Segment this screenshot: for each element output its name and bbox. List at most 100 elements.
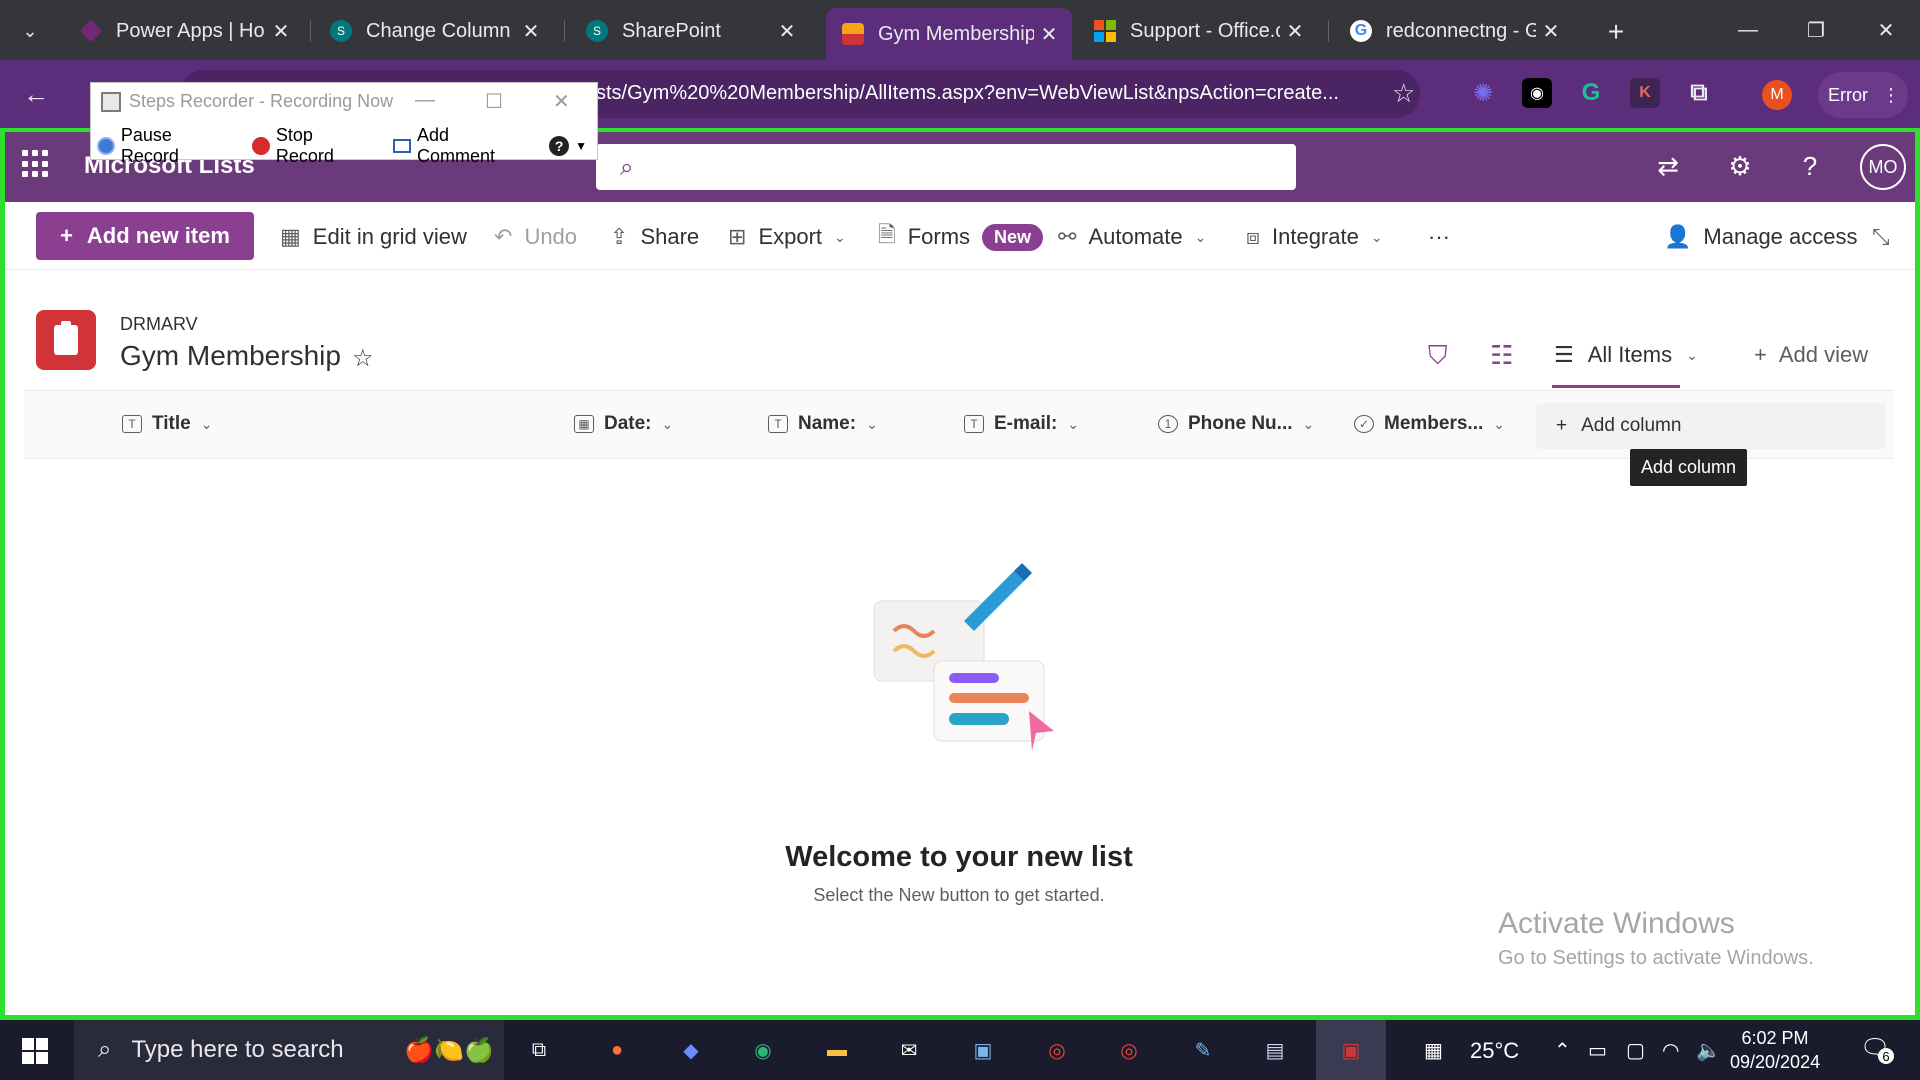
volume-icon[interactable]: 🔈	[1696, 1038, 1721, 1063]
export-button[interactable]: ⊞ Export ⌄	[728, 224, 846, 250]
tab-separator	[1328, 20, 1329, 42]
user-avatar[interactable]: MO	[1860, 144, 1906, 190]
profile-avatar[interactable]: M	[1762, 80, 1792, 110]
url-text[interactable]: sts/Gym%20%20Membership/AllItems.aspx?en…	[596, 82, 1339, 105]
help-icon[interactable]: ?	[1794, 150, 1826, 182]
browser-tab-google[interactable]: G redconnectng - Go ✕	[1334, 8, 1574, 54]
system-clock[interactable]: 6:02 PM 09/20/2024	[1730, 1026, 1820, 1074]
undo-button[interactable]: ↶ Undo	[494, 224, 577, 250]
view-switcher-all-items[interactable]: ☰ All Items ⌄	[1532, 322, 1700, 388]
notification-center-icon[interactable]: 🗨 6	[1860, 1034, 1894, 1064]
manage-access-button[interactable]: 👤 Manage access	[1664, 224, 1858, 250]
share-button[interactable]: ⇪ Share	[610, 224, 699, 250]
site-name[interactable]: DRMARV	[120, 314, 198, 335]
column-header-email[interactable]: T E-mail: ⌄	[964, 413, 1079, 435]
weather-icon[interactable]: ▦	[1424, 1038, 1443, 1063]
add-column-button[interactable]: + Add column	[1536, 403, 1886, 449]
column-header-phone[interactable]: 1 Phone Nu... ⌄	[1158, 413, 1314, 435]
browser-tab-support-office[interactable]: Support - Office.co ✕	[1078, 8, 1318, 54]
extension-dark-icon[interactable]: ◉	[1522, 78, 1552, 108]
bookmark-star-icon[interactable]: ☆	[1392, 78, 1415, 109]
forms-button[interactable]: 🗎 Forms New	[878, 218, 1044, 256]
battery-icon[interactable]: ▭	[1588, 1038, 1607, 1063]
integrate-icon: ⧈	[1246, 224, 1260, 249]
group-by-icon[interactable]: ☷	[1490, 340, 1513, 371]
chevron-up-icon[interactable]: ⌃	[1554, 1038, 1571, 1063]
browser-tab-gym-membership[interactable]: Gym Membership ✕	[826, 8, 1072, 60]
notepad-icon[interactable]: ✎	[1184, 1032, 1222, 1068]
close-icon[interactable]: ✕	[1034, 19, 1064, 49]
extension-puzzle-snowflake-icon[interactable]: ✺	[1468, 78, 1498, 108]
column-header-title[interactable]: T Title ⌄	[122, 413, 212, 435]
close-icon[interactable]: ✕	[1536, 16, 1566, 46]
help-button[interactable]: ? ▼	[549, 136, 587, 156]
error-button[interactable]: Error ⋮	[1818, 72, 1908, 118]
mail-icon[interactable]: ✉	[890, 1032, 928, 1068]
add-new-item-button[interactable]: + Add new item	[36, 212, 254, 260]
back-arrow-icon[interactable]: ←	[16, 74, 56, 114]
close-icon[interactable]: ✕	[1280, 16, 1310, 46]
meet-now-icon[interactable]: ▢	[1626, 1038, 1645, 1063]
automate-button[interactable]: ⚯ Automate ⌄	[1058, 224, 1206, 250]
chrome-profile-icon[interactable]: ◎	[1110, 1032, 1148, 1068]
pause-record-button[interactable]: Pause Record	[97, 125, 234, 167]
restore-icon[interactable]: ❐	[1786, 10, 1846, 50]
search-input[interactable]: ⌕	[596, 144, 1296, 190]
minimize-icon[interactable]: —	[1718, 10, 1778, 50]
favorite-star-icon[interactable]: ☆	[352, 344, 374, 373]
add-comment-button[interactable]: Add Comment	[393, 125, 531, 167]
document-viewer-icon[interactable]: ▤	[1256, 1032, 1294, 1068]
edit-grid-view-button[interactable]: ▦ Edit in grid view	[280, 224, 467, 250]
temperature[interactable]: 25°C	[1470, 1038, 1519, 1064]
text-column-icon: T	[122, 415, 142, 433]
remote-desktop-icon[interactable]: ▣	[964, 1032, 1002, 1068]
share-feedback-icon[interactable]: ⇄	[1652, 150, 1684, 182]
file-explorer-icon[interactable]: ▬	[818, 1032, 856, 1068]
task-view-icon[interactable]: ⧉	[520, 1032, 558, 1068]
filter-icon[interactable]: ⛉	[1428, 340, 1448, 372]
list-title: Gym Membership	[120, 340, 341, 371]
steps-recorder-taskbar-icon[interactable]: ▣	[1316, 1020, 1386, 1080]
column-header-membership[interactable]: ✓ Members... ⌄	[1354, 413, 1505, 435]
edge-icon[interactable]: ◉	[744, 1032, 782, 1068]
copilot-icon[interactable]: ◆	[672, 1032, 710, 1068]
close-icon[interactable]: ✕	[266, 16, 296, 46]
extension-k-icon[interactable]: K	[1630, 78, 1660, 108]
app-launcher-icon[interactable]	[22, 150, 50, 178]
automate-icon: ⚯	[1058, 224, 1077, 249]
person-icon: 👤	[1664, 224, 1692, 249]
new-tab-button[interactable]: +	[1598, 14, 1634, 50]
firefox-icon[interactable]: ●	[598, 1032, 636, 1068]
stop-record-button[interactable]: Stop Record	[252, 125, 375, 167]
integrate-button[interactable]: ⧈ Integrate ⌄	[1246, 224, 1383, 250]
maximize-icon[interactable]: ☐	[485, 89, 503, 114]
close-icon[interactable]: ✕	[553, 89, 570, 114]
wifi-icon[interactable]: ◠	[1662, 1038, 1679, 1063]
excel-icon: ⊞	[728, 224, 747, 249]
minimize-icon[interactable]: —	[415, 89, 435, 112]
close-icon[interactable]: ✕	[516, 16, 546, 46]
tab-search-chevron-icon[interactable]: ⌄	[10, 14, 50, 48]
column-header-name[interactable]: T Name: ⌄	[768, 413, 878, 435]
browser-tab-power-apps[interactable]: Power Apps | Hom ✕	[64, 8, 304, 54]
column-header-date[interactable]: ▦ Date: ⌄	[574, 413, 673, 435]
browser-tab-sharepoint[interactable]: S SharePoint ✕	[570, 8, 810, 54]
grammarly-icon[interactable]: G	[1576, 78, 1606, 108]
taskbar-search-box[interactable]: ⌕ Type here to search 🍎🍋🍏	[74, 1020, 504, 1080]
tab-separator	[310, 20, 311, 42]
collapse-icon[interactable]: ⤡	[1872, 224, 1890, 250]
google-icon: G	[1350, 20, 1372, 42]
chrome-icon[interactable]: ◎	[1038, 1032, 1076, 1068]
browser-tab-change-column[interactable]: S Change Column ✕	[314, 8, 554, 54]
close-icon[interactable]: ✕	[772, 16, 802, 46]
share-icon: ⇪	[610, 224, 629, 249]
add-view-button[interactable]: + Add view	[1754, 342, 1868, 368]
extensions-puzzle-icon[interactable]: ⧉	[1684, 78, 1714, 108]
clock-date: 09/20/2024	[1730, 1052, 1821, 1072]
undo-icon: ↶	[494, 224, 513, 249]
window-close-icon[interactable]: ✕	[1856, 10, 1916, 50]
list-header: DRMARV Gym Membership ☆ ⛉ ☷ ☰ All Items …	[0, 270, 1920, 390]
gear-icon[interactable]: ⚙	[1724, 150, 1756, 182]
windows-start-icon[interactable]	[22, 1038, 48, 1064]
more-options-button[interactable]: ···	[1428, 224, 1450, 250]
